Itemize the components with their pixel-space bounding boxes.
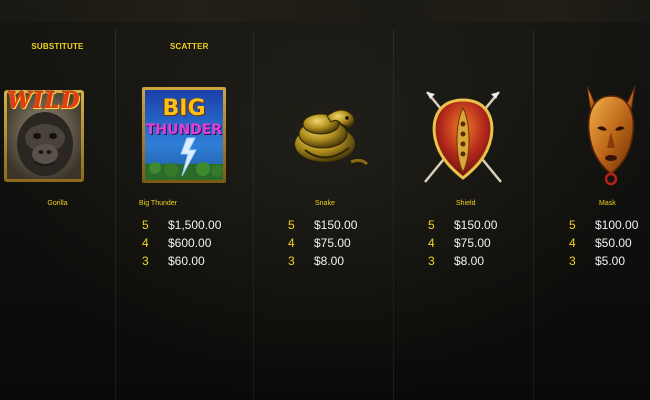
payout-value: $60.00 [168, 254, 205, 268]
payout-list: 5 $100.00 4 $50.00 3 $5.00 [569, 216, 638, 270]
category-label: SCATTER [170, 42, 209, 51]
paytable-column-snake: Snake 5 $150.00 4 $75.00 3 $8.00 [253, 0, 393, 400]
payout-value: $1,500.00 [168, 218, 222, 232]
match-count: 5 [569, 218, 576, 232]
payout-row: 3 $60.00 [142, 252, 221, 270]
paytable-column-gorilla: SUBSTITUTE WILD Gorilla [0, 0, 115, 400]
paytable-column-mask: Mask 5 $100.00 4 $50.00 3 $5.00 [533, 0, 650, 400]
match-count: 4 [569, 236, 576, 250]
payout-row: 5 $100.00 [569, 216, 638, 234]
payout-value: $75.00 [454, 236, 491, 250]
payout-row: 4 $75.00 [428, 234, 497, 252]
big-thunder-logo-big: BIG [162, 96, 206, 121]
match-count: 4 [288, 236, 295, 250]
wild-badge: WILD [7, 88, 81, 114]
mask-icon [573, 82, 649, 186]
payout-row: 3 $8.00 [288, 252, 357, 270]
symbol-name: Big Thunder [139, 200, 178, 207]
payout-row: 5 $150.00 [428, 216, 497, 234]
wild-gorilla-icon: WILD [2, 86, 86, 186]
symbol-name: Shield [456, 200, 476, 207]
payout-value: $8.00 [454, 254, 485, 268]
payout-row: 4 $600.00 [142, 234, 221, 252]
payout-row: 5 $1,500.00 [142, 216, 221, 234]
payout-list: 5 $150.00 4 $75.00 3 $8.00 [288, 216, 357, 270]
payout-row: 3 $5.00 [569, 252, 638, 270]
snake-icon [275, 86, 375, 186]
payout-value: $150.00 [314, 218, 358, 232]
match-count: 4 [428, 236, 435, 250]
payout-row: 4 $75.00 [288, 234, 357, 252]
match-count: 3 [142, 254, 149, 268]
big-thunder-icon: BIG THUNDER [141, 86, 227, 184]
payout-value: $600.00 [168, 236, 212, 250]
symbol-name: Mask [599, 200, 616, 207]
paytable-column-shield: Shield 5 $150.00 4 $75.00 3 $8.00 [393, 0, 533, 400]
match-count: 5 [428, 218, 435, 232]
payout-list: 5 $150.00 4 $75.00 3 $8.00 [428, 216, 497, 270]
paytable-column-big-thunder: SCATTER BIG THUNDER Big Thunder 5 $1,500… [115, 0, 253, 400]
payout-value: $50.00 [595, 236, 632, 250]
payout-value: $150.00 [454, 218, 498, 232]
symbol-name: Snake [315, 200, 335, 207]
payout-value: $75.00 [314, 236, 351, 250]
match-count: 3 [428, 254, 435, 268]
match-count: 4 [142, 236, 149, 250]
shield-icon [421, 86, 505, 186]
match-count: 5 [142, 218, 149, 232]
match-count: 3 [569, 254, 576, 268]
payout-row: 3 $8.00 [428, 252, 497, 270]
payout-value: $100.00 [595, 218, 639, 232]
big-thunder-logo-thunder: THUNDER [145, 122, 223, 138]
symbol-name: Gorilla [47, 200, 68, 207]
payout-row: 5 $150.00 [288, 216, 357, 234]
category-label: SUBSTITUTE [31, 42, 84, 51]
payout-value: $8.00 [314, 254, 345, 268]
payout-list: 5 $1,500.00 4 $600.00 3 $60.00 [142, 216, 221, 270]
payout-row: 4 $50.00 [569, 234, 638, 252]
match-count: 3 [288, 254, 295, 268]
payout-value: $5.00 [595, 254, 626, 268]
match-count: 5 [288, 218, 295, 232]
